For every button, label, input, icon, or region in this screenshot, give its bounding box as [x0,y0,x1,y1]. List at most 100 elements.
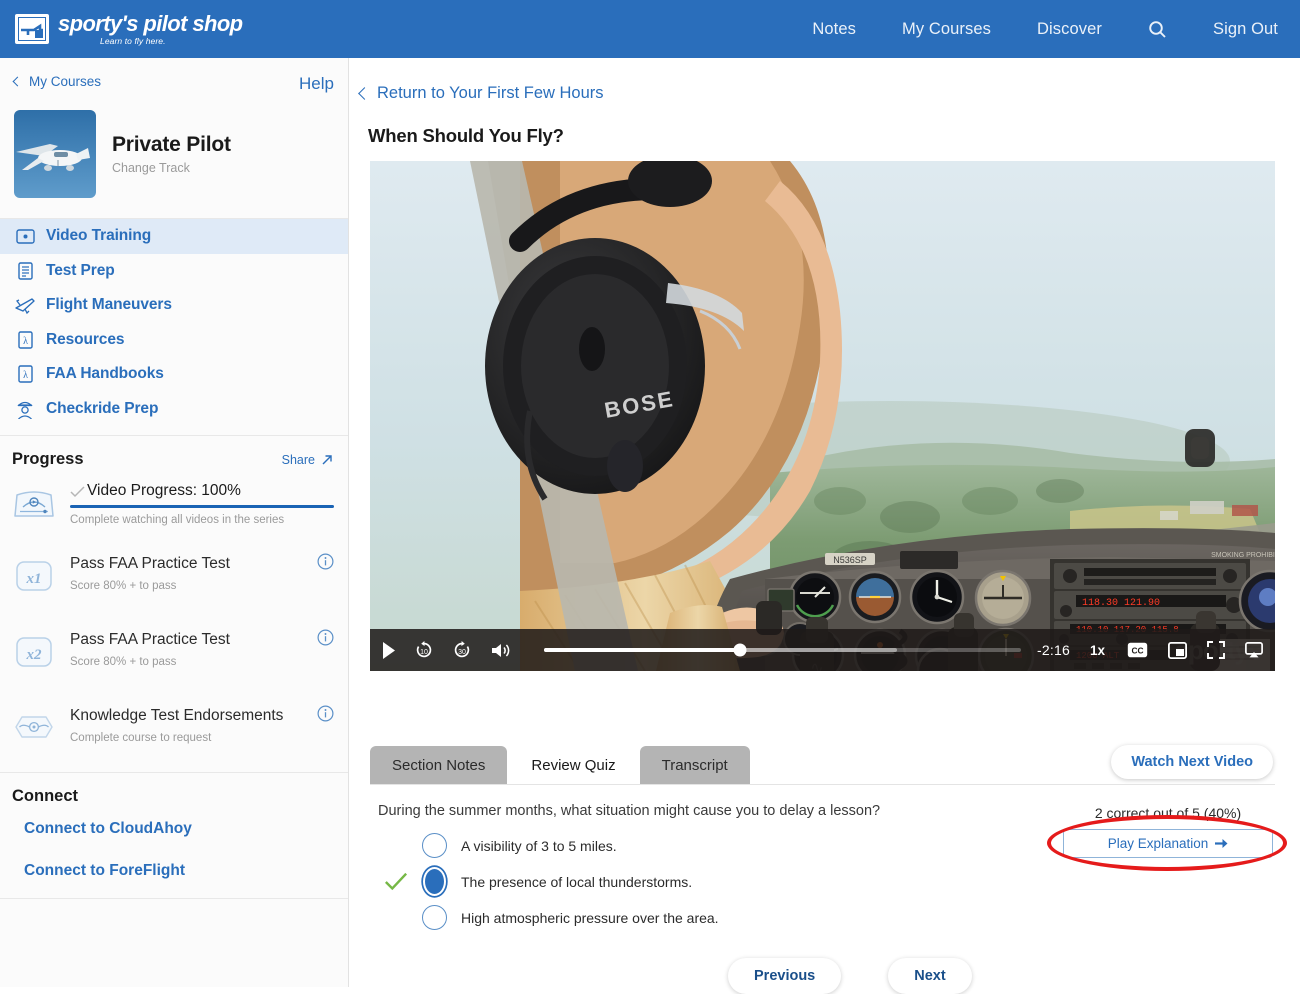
connect-header: Connect [0,773,348,808]
progress-item-practice-test-1[interactable]: x1 Pass FAA Practice Test Score 80% + to… [0,541,348,613]
video-controls: 10 30 [370,629,1275,671]
info-icon[interactable] [309,553,334,575]
scrubber-handle[interactable] [733,644,746,657]
wings-badge-icon [12,705,60,750]
sidebar-item-faa-handbooks[interactable]: λ FAA Handbooks [0,357,348,392]
x2-badge-icon: x2 [12,629,60,676]
radio-button[interactable] [422,833,447,858]
connect-foreflight-link[interactable]: Connect to ForeFlight [0,850,348,892]
tab-divider [370,784,1275,785]
course-thumbnail[interactable] [14,110,96,198]
previous-button[interactable]: Previous [728,958,841,994]
breadcrumb[interactable]: Return to Your First Few Hours [350,58,1300,103]
breadcrumb-label: Return to Your First Few Hours [377,84,604,103]
sidebar-divider [0,898,348,899]
svg-text:CC: CC [1131,645,1143,655]
next-button[interactable]: Next [888,958,971,994]
progress-header: Progress Share [0,436,348,479]
video-scrubber[interactable] [544,648,1021,652]
back-to-my-courses-link[interactable]: My Courses [14,74,101,89]
picture-in-picture-icon[interactable] [1168,642,1187,659]
playback-speed-button[interactable]: 1x [1090,643,1105,658]
sign-out-button[interactable]: Sign Out [1213,20,1278,39]
radio-button-selected[interactable] [422,869,447,894]
progress-item-subtitle: Score 80% + to pass [70,580,334,592]
svg-text:N536SP: N536SP [833,555,867,565]
progress-item-title: Video Progress: 100% [87,482,241,500]
progress-title: Progress [12,450,84,469]
sidebar-item-checkride-prep[interactable]: Checkride Prep [0,392,348,427]
fullscreen-icon[interactable] [1207,641,1225,659]
progress-item-title: Knowledge Test Endorsements [70,707,283,725]
nav-my-courses[interactable]: My Courses [902,20,991,39]
progress-item-endorsements[interactable]: Knowledge Test Endorsements Complete cou… [0,689,348,772]
info-icon[interactable] [309,705,334,727]
quiz-option-label: The presence of local thunderstorms. [461,874,692,890]
sidebar-item-resources[interactable]: λ Resources [0,323,348,358]
course-title: Private Pilot [112,133,231,157]
cc-icon[interactable]: CC [1127,642,1148,658]
sidebar-top-row: My Courses Help [0,58,348,94]
quiz-panel: During the summer months, what situation… [378,803,1038,930]
quiz-option-1[interactable]: A visibility of 3 to 5 miles. [378,833,1038,858]
quiz-option-2[interactable]: The presence of local thunderstorms. [378,869,1038,894]
progress-item-subtitle: Score 80% + to pass [70,656,334,668]
progress-item-title: Pass FAA Practice Test [70,555,230,573]
svg-text:118.30 121.90: 118.30 121.90 [1082,598,1160,609]
svg-text:x1: x1 [26,571,42,587]
sidebar-item-flight-maneuvers[interactable]: Flight Maneuvers [0,288,348,323]
airplay-icon[interactable] [1245,642,1263,658]
time-remaining: -2:16 [1037,642,1070,658]
content-tabs: Section Notes Review Quiz Transcript [370,746,752,784]
progress-item-video[interactable]: Video Progress: 100% Complete watching a… [0,479,348,541]
sidebar: My Courses Help [0,58,349,987]
progress-item-subtitle: Complete watching all videos in the seri… [70,514,284,526]
logo-tagline: Learn to fly here. [100,37,243,46]
svg-text:λ: λ [23,370,28,381]
quiz-score: 2 correct out of 5 (40%) [1063,805,1273,821]
progress-item-practice-test-2[interactable]: x2 Pass FAA Practice Test Score 80% + to… [0,613,348,689]
rewind-10-icon[interactable]: 10 [414,640,434,660]
sidebar-item-label: Video Training [46,227,151,245]
tab-transcript[interactable]: Transcript [640,746,750,784]
progress-section: Progress Share [0,435,348,772]
connect-cloudahoy-link[interactable]: Connect to CloudAhoy [0,808,348,850]
nav-notes[interactable]: Notes [812,20,856,39]
info-icon[interactable] [309,629,334,651]
video-player[interactable]: BOSE N536SP [370,161,1275,671]
sidebar-item-video-training[interactable]: Video Training [0,219,348,254]
play-icon[interactable] [382,642,396,659]
connect-title: Connect [12,787,78,806]
radio-button[interactable] [422,905,447,930]
svg-text:SMOKING PROHIBITED: SMOKING PROHIBITED [1211,552,1275,559]
forward-30-icon[interactable]: 30 [452,640,472,660]
logo-mark-icon [15,14,49,44]
x1-badge-icon: x1 [12,553,60,600]
nav-discover[interactable]: Discover [1037,20,1102,39]
help-link[interactable]: Help [299,74,334,94]
arrow-right-icon [1215,838,1228,849]
tab-review-quiz[interactable]: Review Quiz [509,746,637,784]
quiz-option-3[interactable]: High atmospheric pressure over the area. [378,905,1038,930]
scrubber-progress [544,648,740,652]
video-gauge-icon [12,482,60,525]
quiz-question: During the summer months, what situation… [378,803,1038,819]
back-link-label: My Courses [29,74,101,89]
volume-icon[interactable] [490,642,510,659]
search-icon[interactable] [1148,20,1167,39]
site-logo[interactable]: sporty's pilot shop Learn to fly here. [0,13,243,46]
sidebar-item-label: Flight Maneuvers [46,296,172,314]
quiz-option-label: A visibility of 3 to 5 miles. [461,838,617,854]
check-icon [70,485,85,498]
correct-check-icon [384,871,408,893]
sidebar-item-test-prep[interactable]: Test Prep [0,254,348,289]
connect-section: Connect Connect to CloudAhoy Connect to … [0,772,348,899]
chevron-left-icon [358,87,371,100]
watch-next-video-button[interactable]: Watch Next Video [1111,745,1273,779]
tab-section-notes[interactable]: Section Notes [370,746,507,784]
svg-text:x2: x2 [26,647,43,663]
top-nav: Notes My Courses Discover Sign Out [766,20,1300,39]
share-progress-link[interactable]: Share [282,453,334,467]
change-track-link[interactable]: Change Track [112,161,231,175]
play-explanation-button[interactable]: Play Explanation [1063,829,1273,858]
